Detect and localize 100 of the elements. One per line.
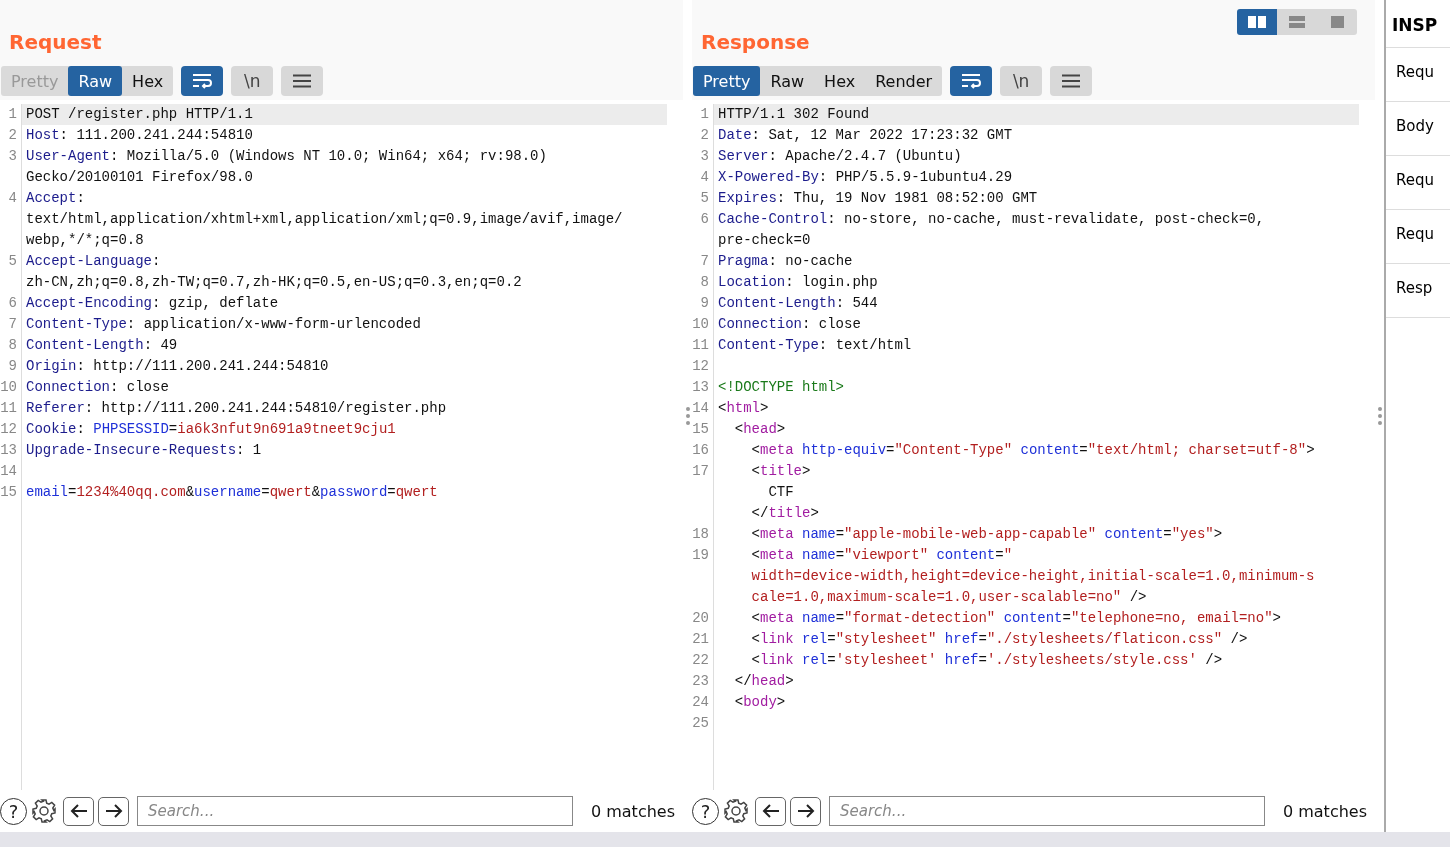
code-line: pre-check=0	[717, 231, 812, 250]
settings-button[interactable]	[29, 796, 59, 826]
panel-title: Response	[701, 30, 810, 56]
line-number: 19	[692, 545, 714, 608]
code-line: Cookie: PHPSESSID=ia6k3nfut9n691a9tneet9cju1	[25, 420, 397, 439]
code-line: <meta name="format-detection" content="telephone=no, email=no">	[750, 609, 1282, 628]
line-number: 6	[692, 209, 714, 251]
view-tab[interactable]: Raw	[68, 66, 123, 96]
line-number: 5	[692, 188, 714, 209]
code-line: Connection: close	[25, 378, 170, 397]
newline-toggle[interactable]: \n	[1000, 66, 1043, 96]
line-number: 22	[692, 650, 714, 671]
code-line: <meta name="viewport" content="	[750, 546, 1014, 565]
code-line: <link rel='stylesheet' href='./stylesheets/style.css' />	[750, 651, 1224, 670]
help-button[interactable]: ?	[0, 797, 27, 825]
previous-match-button[interactable]	[63, 796, 94, 826]
inspector-title: INSP	[1386, 0, 1450, 48]
gear-icon	[723, 798, 749, 824]
line-number: 8	[0, 335, 22, 356]
code-line: Location: login.php	[717, 273, 879, 292]
line-number: 7	[0, 314, 22, 335]
line-number: 3	[0, 146, 22, 188]
menu-button[interactable]	[281, 66, 324, 96]
settings-button[interactable]	[721, 796, 751, 826]
match-count: 0 matches	[1282, 801, 1367, 821]
code-line: X-Powered-By: PHP/5.5.9-1ubuntu4.29	[717, 168, 1014, 187]
code-line: <link rel="stylesheet" href="./stylesheets/flaticon.css" />	[750, 630, 1249, 649]
inspector-section[interactable]: Requ	[1386, 210, 1450, 264]
code-line: email=1234%40qq.com&username=qwert&password=qwert	[25, 483, 439, 502]
code-line: Expires: Thu, 19 Nov 1981 08:52:00 GMT	[717, 189, 1039, 208]
columns-icon	[1248, 16, 1266, 28]
view-tab[interactable]: Raw	[760, 66, 815, 96]
line-number: 6	[0, 293, 22, 314]
line-number: 2	[692, 125, 714, 146]
inspector-section[interactable]: Requ	[1386, 48, 1450, 102]
wrap-toggle[interactable]	[950, 66, 993, 96]
line-number: 9	[0, 356, 22, 377]
inspector-section[interactable]: Requ	[1386, 156, 1450, 210]
line-number: 18	[692, 524, 714, 545]
view-tab[interactable]: Pretty	[693, 66, 761, 96]
code-line: Content-Type: text/html	[717, 336, 913, 355]
code-line: Date: Sat, 12 Mar 2022 17:23:32 GMT	[717, 126, 1014, 145]
code-line: Content-Length: 49	[25, 336, 179, 355]
code-line: Host: 111.200.241.244:54810	[25, 126, 254, 145]
left-arrow-icon	[69, 804, 88, 818]
code-line: Server: Apache/2.4.7 (Ubuntu)	[717, 147, 963, 166]
view-tab[interactable]: Hex	[814, 66, 866, 96]
line-number: 24	[692, 692, 714, 713]
line-number: 5	[0, 251, 22, 293]
wrap-toggle[interactable]	[181, 66, 224, 96]
inspector-section[interactable]: Resp	[1386, 264, 1450, 318]
line-number: 15	[0, 482, 22, 503]
code-line: Accept:	[25, 189, 86, 208]
line-number: 4	[692, 167, 714, 188]
code-line: CTF	[767, 483, 795, 502]
line-number: 25	[692, 713, 714, 734]
previous-match-button[interactable]	[755, 796, 786, 826]
line-number: 11	[0, 398, 22, 419]
wrap-lines-icon	[961, 73, 982, 89]
code-line: Content-Type: application/x-www-form-urlencoded	[25, 315, 422, 334]
line-number: 10	[0, 377, 22, 398]
view-tab[interactable]: Render	[865, 66, 943, 96]
right-arrow-icon	[104, 804, 123, 818]
next-match-button[interactable]	[790, 796, 821, 826]
code-line: width=device-width,height=device-height,initial-scale=1.0,minimum-s	[750, 567, 1316, 586]
code-line: <!DOCTYPE html>	[717, 378, 846, 397]
code-line: Accept-Encoding: gzip, deflate	[25, 294, 280, 313]
inspector-section[interactable]: Body	[1386, 102, 1450, 156]
line-number: 9	[692, 293, 714, 314]
layout-button[interactable]	[1237, 9, 1277, 35]
menu-button[interactable]	[1050, 66, 1093, 96]
line-number: 21	[692, 629, 714, 650]
panel-title: Request	[9, 30, 102, 56]
next-match-button[interactable]	[98, 796, 129, 826]
code-line: <title>	[750, 462, 812, 481]
code-line: cale=1.0,maximum-scale=1.0,user-scalable=no" />	[750, 588, 1148, 607]
line-number: 8	[692, 272, 714, 293]
code-line: Origin: http://111.200.241.244:54810	[25, 357, 330, 376]
code-line: Connection: close	[717, 315, 862, 334]
search-field[interactable]: Search...	[829, 796, 1265, 826]
view-tab[interactable]: Hex	[122, 66, 174, 96]
line-number: 3	[692, 146, 714, 167]
code-line: Accept-Language:	[25, 252, 162, 271]
newline-toggle[interactable]: \n	[231, 66, 274, 96]
line-number: 7	[692, 251, 714, 272]
code-line: </title>	[750, 504, 820, 523]
code-line: <meta http-equiv="Content-Type" content="text/html; charset=utf-8">	[750, 441, 1316, 460]
line-number: 4	[0, 188, 22, 251]
code-line: webp,*/*;q=0.8	[25, 231, 145, 250]
line-number: 17	[692, 461, 714, 524]
line-number: 13	[692, 377, 714, 398]
square-icon	[1330, 16, 1344, 28]
code-line: Referer: http://111.200.241.244:54810/register.php	[25, 399, 448, 418]
search-field[interactable]: Search...	[137, 796, 573, 826]
code-line: </head>	[733, 672, 795, 691]
line-number: 12	[0, 419, 22, 440]
help-button[interactable]: ?	[692, 797, 719, 825]
line-number: 2	[0, 125, 22, 146]
line-number: 14	[692, 398, 714, 419]
rows-icon	[1289, 16, 1305, 28]
